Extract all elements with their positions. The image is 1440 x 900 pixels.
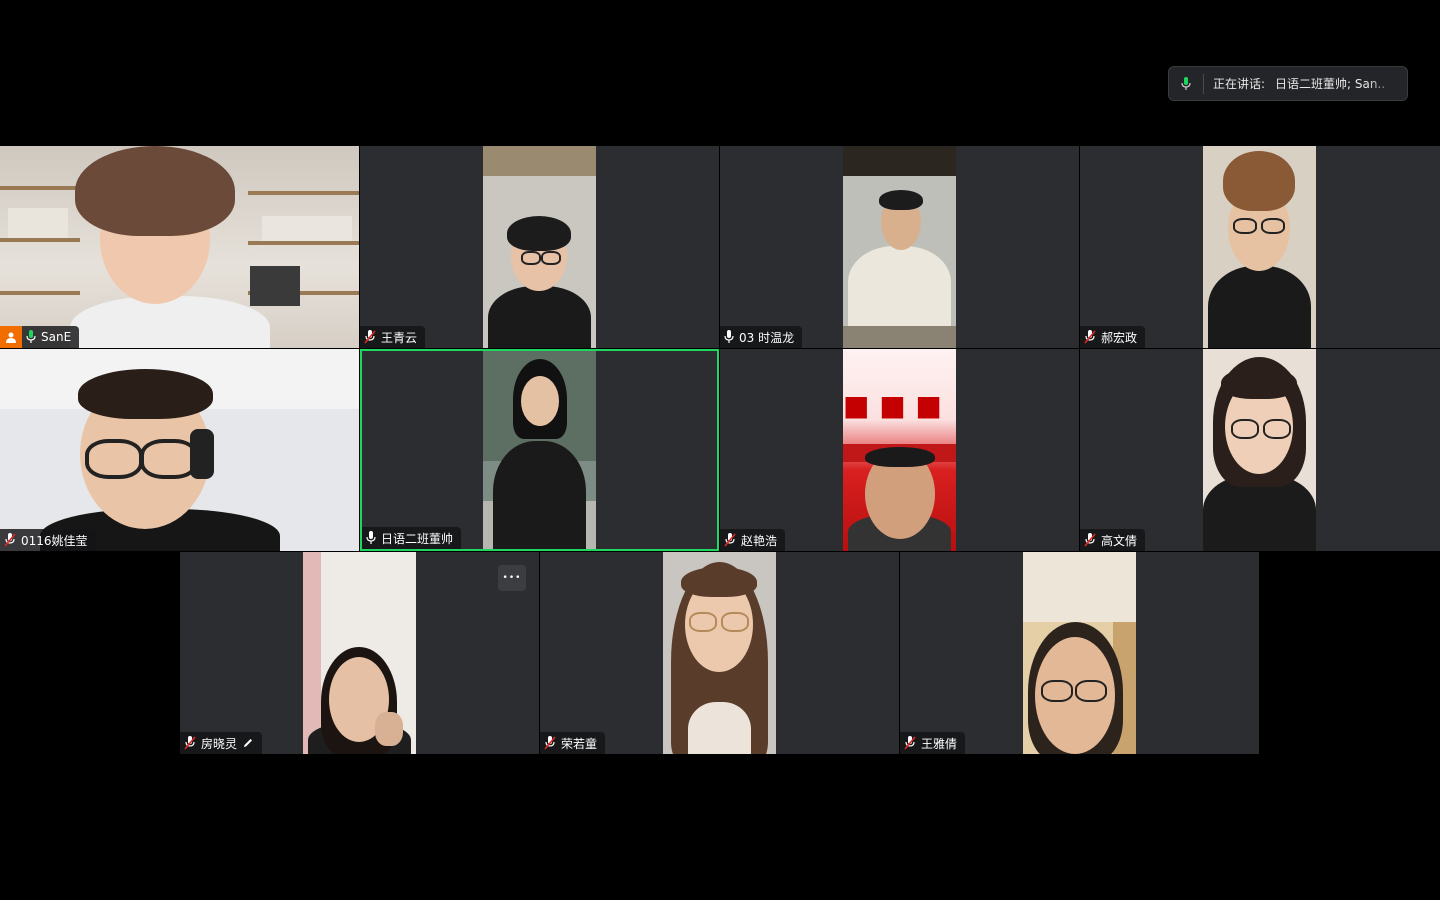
participant-tile-zhao-yanhao[interactable]: ■ ■ ■ 赵艳浩 [720,349,1079,551]
mic-muted-icon [364,330,376,344]
participant-name: 王青云 [381,330,418,345]
participant-tile-gao-wenqian[interactable]: 高文倩 [1080,349,1440,551]
participant-name: 0116姚佳莹 [21,533,88,548]
participant-video [843,146,956,348]
participant-name: SanE [41,330,72,344]
participant-name: 赵艳浩 [741,533,778,548]
more-icon: ••• [502,573,522,583]
participant-name-badge: 房晓灵 [180,732,263,754]
participant-name: 荣若童 [561,736,598,751]
meeting-gallery-view: 正在讲话: 日语二班董帅; San.. SanE 王青云 03 时温龙 郝宏政 … [0,0,1440,900]
participant-video [483,146,596,348]
mic-muted-icon [184,736,196,750]
mic-on-icon [724,330,734,344]
participant-video [0,349,359,551]
participant-video [483,351,596,549]
participant-name-badge: 荣若童 [540,732,606,754]
participant-tile-rong-ruotong[interactable]: 荣若童 [540,552,899,754]
participant-name-badge: 赵艳浩 [720,529,786,551]
participant-name: 日语二班董帅 [381,531,454,546]
mic-muted-icon [724,533,736,547]
participant-video [1023,552,1136,754]
mic-on-icon [366,531,376,545]
participant-video [303,552,416,754]
participant-tile-dong-shuai[interactable]: 日语二班董帅 [360,349,719,551]
participant-name-badge: 0116姚佳莹 [0,529,96,551]
participant-tile-wang-yaqian[interactable]: 王雅倩 [900,552,1259,754]
mic-muted-icon [4,533,16,547]
participant-name-badge: 王青云 [360,326,426,348]
fade-overlay [1367,67,1407,100]
more-options-button[interactable]: ••• [498,565,526,591]
participant-name: 高文倩 [1101,533,1138,548]
participant-name-badge: 郝宏政 [1080,326,1146,348]
host-badge [0,326,22,348]
participant-name: 03 时温龙 [739,330,795,345]
participant-name: 王雅倩 [921,736,958,751]
participant-name: 郝宏政 [1101,330,1138,345]
participant-video [0,146,359,348]
mic-muted-icon [1084,330,1096,344]
rename-pencil-icon[interactable] [242,737,254,749]
mic-on-icon [26,330,36,344]
participant-name: 房晓灵 [201,736,238,751]
participant-tile-sane[interactable]: SanE [0,146,359,348]
active-speaker-indicator: 正在讲话: 日语二班董帅; San.. [1168,66,1408,101]
participant-tile-wang-qingyun[interactable]: 王青云 [360,146,719,348]
participant-name-badge: 03 时温龙 [720,326,803,348]
participant-tile-hao-hongzheng[interactable]: 郝宏政 [1080,146,1440,348]
participant-video [663,552,776,754]
participant-name-badge: 高文倩 [1080,529,1146,551]
participant-video [1203,146,1316,348]
mic-muted-icon [544,736,556,750]
mic-muted-icon [1084,533,1096,547]
participant-video: ■ ■ ■ [843,349,956,551]
participant-tile-shi-wenlong[interactable]: 03 时温龙 [720,146,1079,348]
speaking-label: 正在讲话: [1213,77,1266,91]
participant-name-badge: SanE [22,326,80,348]
participant-tile-fang-xiaoling[interactable]: ••• 房晓灵 [180,552,539,754]
participant-tile-yao-jiaying[interactable]: 0116姚佳莹 [0,349,359,551]
participant-name-badge: 日语二班董帅 [362,527,462,549]
participant-video [1203,349,1316,551]
mic-on-icon [1169,73,1204,94]
participant-name-badge: 王雅倩 [900,732,966,754]
mic-muted-icon [904,736,916,750]
